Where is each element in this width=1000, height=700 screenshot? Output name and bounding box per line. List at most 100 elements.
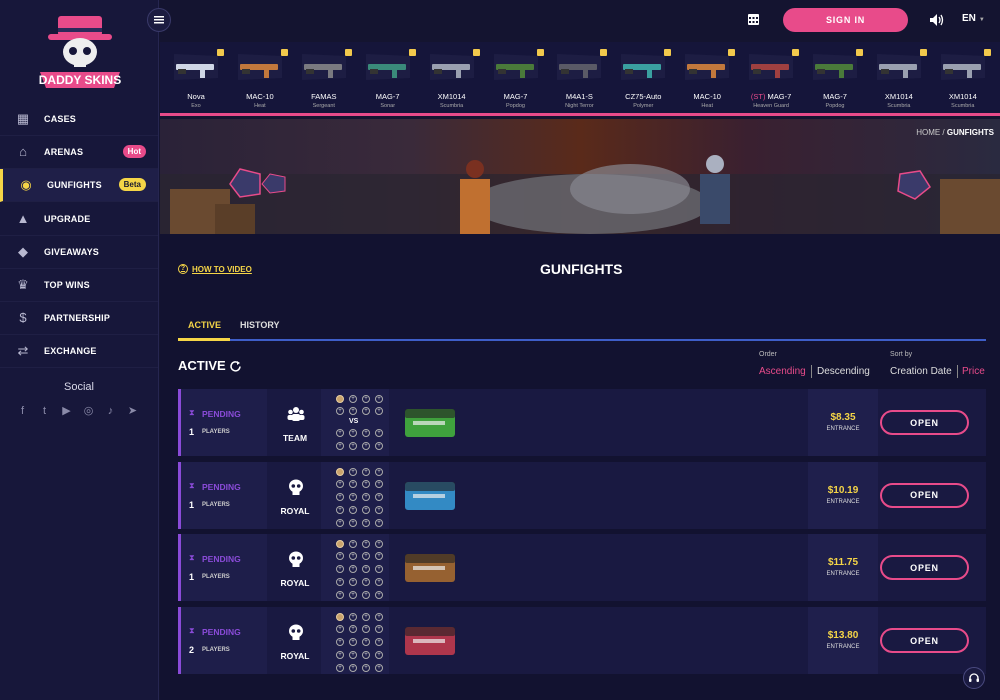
sidebar-item-giveaways[interactable]: ◆ GIVEAWAYS xyxy=(0,236,158,269)
facebook-icon[interactable]: f xyxy=(16,405,29,418)
empty-slot-plus-icon[interactable]: + xyxy=(362,395,370,403)
empty-slot-plus-icon[interactable]: + xyxy=(349,395,357,403)
empty-slot-plus-icon[interactable]: + xyxy=(336,407,344,415)
empty-slot-plus-icon[interactable]: + xyxy=(336,565,344,574)
empty-slot-plus-icon[interactable]: + xyxy=(362,664,370,673)
sign-in-button[interactable]: SIGN IN xyxy=(783,8,908,32)
empty-slot-plus-icon[interactable]: + xyxy=(349,625,357,634)
empty-slot-plus-icon[interactable]: + xyxy=(349,591,357,600)
empty-slot-plus-icon[interactable]: + xyxy=(375,407,383,415)
sidebar-item-partnership[interactable]: $ PARTNERSHIP xyxy=(0,302,158,336)
tab-history[interactable]: HISTORY xyxy=(240,320,280,330)
sidebar-item-cases[interactable]: ▦ CASES xyxy=(0,103,158,136)
drop-item[interactable]: FAMAS Sergeant xyxy=(292,42,356,113)
empty-slot-plus-icon[interactable]: + xyxy=(375,552,383,561)
sort-price[interactable]: Price xyxy=(962,366,985,377)
drop-item[interactable]: Nova Exo xyxy=(164,42,228,113)
open-button[interactable]: OPEN xyxy=(880,555,969,581)
empty-slot-plus-icon[interactable]: + xyxy=(375,395,383,403)
empty-slot-plus-icon[interactable]: + xyxy=(349,442,357,450)
empty-slot-plus-icon[interactable]: + xyxy=(336,638,344,647)
empty-slot-plus-icon[interactable]: + xyxy=(362,492,370,501)
empty-slot-plus-icon[interactable]: + xyxy=(362,552,370,561)
youtube-icon[interactable]: ▶ xyxy=(60,405,73,418)
order-descending[interactable]: Descending xyxy=(817,366,870,377)
empty-slot-plus-icon[interactable]: + xyxy=(375,492,383,501)
empty-slot-plus-icon[interactable]: + xyxy=(349,552,357,561)
drop-item[interactable]: (ST) MAG-7 Heaven Guard xyxy=(739,42,803,113)
empty-slot-plus-icon[interactable]: + xyxy=(349,407,357,415)
instagram-icon[interactable]: ◎ xyxy=(82,405,95,418)
empty-slot-plus-icon[interactable]: + xyxy=(349,613,357,622)
empty-slot-plus-icon[interactable]: + xyxy=(375,664,383,673)
empty-slot-plus-icon[interactable]: + xyxy=(375,505,383,514)
empty-slot-plus-icon[interactable]: + xyxy=(362,479,370,488)
drop-item[interactable]: MAG-7 Sonar xyxy=(356,42,420,113)
empty-slot-plus-icon[interactable]: + xyxy=(349,479,357,488)
empty-slot-plus-icon[interactable]: + xyxy=(375,429,383,437)
breadcrumb-home[interactable]: HOME xyxy=(916,128,940,137)
empty-slot-plus-icon[interactable]: + xyxy=(375,540,383,549)
sidebar-item-exchange[interactable]: ⇄ EXCHANGE xyxy=(0,335,158,369)
empty-slot-plus-icon[interactable]: + xyxy=(362,651,370,660)
empty-slot-plus-icon[interactable]: + xyxy=(362,591,370,600)
empty-slot-plus-icon[interactable]: + xyxy=(349,664,357,673)
how-to-video-link[interactable]: ? HOW TO VIDEO xyxy=(178,264,252,274)
empty-slot-plus-icon[interactable]: + xyxy=(375,625,383,634)
empty-slot-plus-icon[interactable]: + xyxy=(362,518,370,527)
drop-item[interactable]: XM1014 Scumbria xyxy=(420,42,484,113)
open-button[interactable]: OPEN xyxy=(880,482,969,508)
empty-slot-plus-icon[interactable]: + xyxy=(349,492,357,501)
empty-slot-plus-icon[interactable]: + xyxy=(336,518,344,527)
empty-slot-plus-icon[interactable]: + xyxy=(336,578,344,587)
empty-slot-plus-icon[interactable]: + xyxy=(375,638,383,647)
empty-slot-plus-icon[interactable]: + xyxy=(362,613,370,622)
empty-slot-plus-icon[interactable]: + xyxy=(349,578,357,587)
calendar-icon[interactable] xyxy=(748,14,759,25)
empty-slot-plus-icon[interactable]: + xyxy=(349,638,357,647)
empty-slot-plus-icon[interactable]: + xyxy=(336,492,344,501)
empty-slot-plus-icon[interactable]: + xyxy=(336,625,344,634)
empty-slot-plus-icon[interactable]: + xyxy=(336,552,344,561)
language-select[interactable]: EN ▼ xyxy=(962,13,985,24)
drop-item[interactable]: MAG-7 Popdog xyxy=(803,42,867,113)
refresh-icon[interactable] xyxy=(229,360,242,373)
empty-slot-plus-icon[interactable]: + xyxy=(375,613,383,622)
sort-creation-date[interactable]: Creation Date xyxy=(890,366,952,377)
volume-icon[interactable] xyxy=(929,13,945,27)
empty-slot-plus-icon[interactable]: + xyxy=(362,638,370,647)
menu-toggle-button[interactable] xyxy=(147,8,171,32)
empty-slot-plus-icon[interactable]: + xyxy=(362,467,370,476)
empty-slot-plus-icon[interactable]: + xyxy=(375,479,383,488)
empty-slot-plus-icon[interactable]: + xyxy=(375,442,383,450)
daddy-skins-logo[interactable]: DADDY SKINS xyxy=(30,10,130,94)
empty-slot-plus-icon[interactable]: + xyxy=(362,442,370,450)
sidebar-item-arenas[interactable]: ⌂ ARENAS Hot xyxy=(0,136,158,170)
empty-slot-plus-icon[interactable]: + xyxy=(336,591,344,600)
empty-slot-plus-icon[interactable]: + xyxy=(336,664,344,673)
drop-item[interactable]: MAC-10 Heat xyxy=(228,42,292,113)
twitter-icon[interactable]: t xyxy=(38,405,51,418)
empty-slot-plus-icon[interactable]: + xyxy=(336,442,344,450)
drop-item[interactable]: MAG-7 Popdog xyxy=(484,42,548,113)
empty-slot-plus-icon[interactable]: + xyxy=(362,540,370,549)
empty-slot-plus-icon[interactable]: + xyxy=(362,565,370,574)
empty-slot-plus-icon[interactable]: + xyxy=(375,565,383,574)
tab-active[interactable]: ACTIVE xyxy=(188,320,221,330)
empty-slot-plus-icon[interactable]: + xyxy=(362,429,370,437)
sidebar-item-top-wins[interactable]: ♛ TOP WINS xyxy=(0,269,158,302)
support-chat-button[interactable] xyxy=(963,667,985,689)
empty-slot-plus-icon[interactable]: + xyxy=(349,429,357,437)
drop-item[interactable]: MAC-10 Heat xyxy=(675,42,739,113)
empty-slot-plus-icon[interactable]: + xyxy=(336,479,344,488)
open-button[interactable]: OPEN xyxy=(880,410,969,435)
order-ascending[interactable]: Ascending xyxy=(759,366,806,377)
empty-slot-plus-icon[interactable]: + xyxy=(362,407,370,415)
empty-slot-plus-icon[interactable]: + xyxy=(362,625,370,634)
empty-slot-plus-icon[interactable]: + xyxy=(362,578,370,587)
empty-slot-plus-icon[interactable]: + xyxy=(349,467,357,476)
drop-item[interactable]: CZ75-Auto Polymer xyxy=(611,42,675,113)
empty-slot-plus-icon[interactable]: + xyxy=(375,591,383,600)
open-button[interactable]: OPEN xyxy=(880,628,969,654)
empty-slot-plus-icon[interactable]: + xyxy=(375,651,383,660)
